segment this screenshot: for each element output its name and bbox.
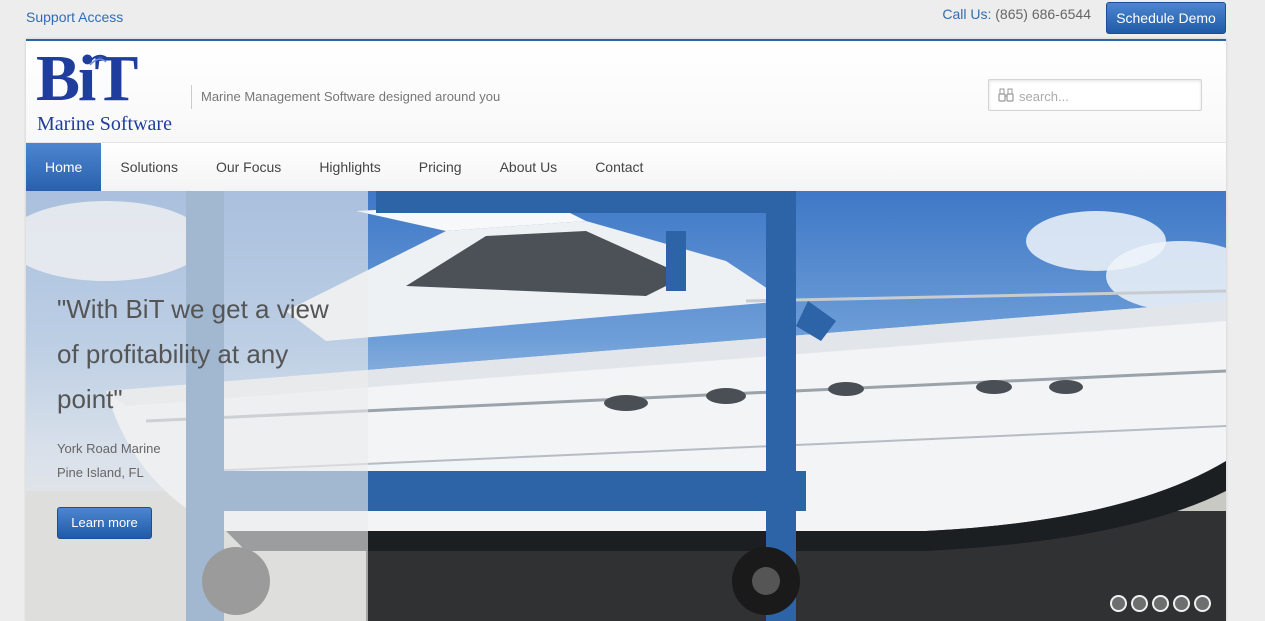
nav-item-highlights[interactable]: Highlights (300, 143, 399, 191)
binoculars-icon (998, 88, 1014, 102)
tagline-divider (191, 85, 192, 109)
hero-slider[interactable]: "With BiT we get a view of profitability… (26, 191, 1226, 621)
phone-number: (865) 686-6544 (995, 6, 1091, 22)
phone-info: Call Us: (865) 686-6544 (942, 6, 1091, 22)
nav-item-pricing[interactable]: Pricing (400, 143, 481, 191)
top-bar: Support Access Call Us: (865) 686-6544 S… (0, 0, 1265, 38)
slider-dot-3[interactable] (1152, 595, 1169, 612)
header: BiT Marine Software Marine Management So… (26, 41, 1226, 142)
slider-dot-4[interactable] (1173, 595, 1190, 612)
main-container: BiT Marine Software Marine Management So… (26, 39, 1226, 621)
slider-dots (1110, 595, 1211, 612)
logo[interactable]: BiT Marine Software (36, 46, 196, 137)
nav-item-our-focus[interactable]: Our Focus (197, 143, 300, 191)
learn-more-button[interactable]: Learn more (57, 507, 152, 539)
schedule-demo-button[interactable]: Schedule Demo (1106, 2, 1226, 34)
slider-dot-5[interactable] (1194, 595, 1211, 612)
testimonial-quote: "With BiT we get a view of profitability… (57, 294, 329, 414)
slider-dot-1[interactable] (1110, 595, 1127, 612)
nav-item-home[interactable]: Home (26, 143, 102, 191)
author-location: Pine Island, FL (57, 465, 144, 480)
main-nav: Home Solutions Our Focus Highlights Pric… (26, 142, 1226, 191)
author-name: York Road Marine (57, 441, 161, 456)
search-box[interactable] (988, 79, 1202, 111)
call-us-label: Call Us: (942, 6, 992, 22)
nav-item-contact[interactable]: Contact (576, 143, 662, 191)
quote-overlay: "With BiT we get a view of profitability… (26, 191, 368, 621)
nav-item-solutions[interactable]: Solutions (101, 143, 197, 191)
tagline: Marine Management Software designed arou… (201, 89, 501, 104)
search-input[interactable] (1019, 86, 1195, 106)
testimonial-author: York Road Marine Pine Island, FL (57, 437, 161, 485)
logo-subtitle: Marine Software (37, 113, 172, 135)
slider-dot-2[interactable] (1131, 595, 1148, 612)
logo-swoosh-icon (87, 54, 109, 66)
nav-item-about-us[interactable]: About Us (481, 143, 577, 191)
support-access-link[interactable]: Support Access (26, 9, 123, 25)
